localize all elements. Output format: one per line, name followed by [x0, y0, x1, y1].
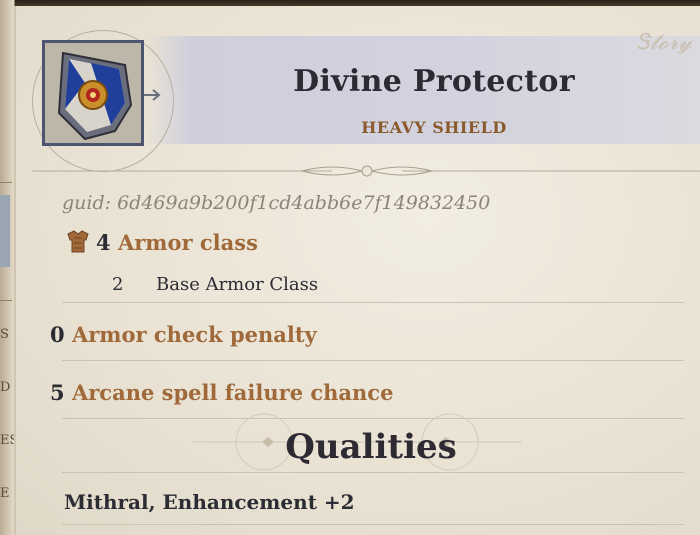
item-type: HEAVY SHIELD: [361, 118, 507, 137]
side-letter: S: [0, 327, 9, 342]
armor-class-label: Armor class: [117, 230, 258, 255]
item-icon-frame: [42, 40, 144, 146]
side-letter: ES: [0, 433, 19, 448]
divider: [0, 182, 12, 183]
divider: [0, 300, 12, 301]
signature-watermark: Ꮥ𝓽𝓸𝓻𝔂: [635, 30, 692, 55]
qualities-heading: Qualities: [285, 427, 457, 467]
armor-check-penalty-label: Armor check penalty: [71, 322, 317, 347]
side-letter: D: [0, 380, 11, 395]
ornamental-divider: [32, 165, 700, 177]
item-name: Divine Protector: [293, 64, 575, 99]
qualities-text: Mithral, Enhancement +2: [64, 490, 355, 514]
base-armor-value: 2: [112, 274, 124, 295]
base-armor-label: Base Armor Class: [156, 274, 319, 295]
spell-failure-label: Arcane spell failure chance: [71, 380, 394, 405]
divider: [62, 302, 684, 303]
background-panel-edge: S D ES E: [0, 0, 19, 535]
background-highlight: [0, 195, 10, 267]
spell-failure-row: 5 Arcane spell failure chance: [50, 380, 393, 405]
item-tooltip: Ꮥ𝓽𝓸𝓻𝔂 Divine Protector HEAVY SHIELD guid…: [14, 6, 700, 535]
armor-class-value: 4: [96, 230, 111, 255]
divider: [62, 472, 684, 473]
arrow-icon: [144, 89, 161, 101]
shield-icon: [45, 43, 141, 143]
item-guid: guid: 6d469a9b200f1cd4abb6e7f149832450: [62, 192, 491, 214]
divider: [62, 524, 684, 525]
armor-check-penalty-value: 0: [50, 322, 65, 347]
spell-failure-value: 5: [50, 380, 65, 405]
side-letter: E: [0, 486, 10, 501]
divider: [62, 360, 684, 361]
armor-check-penalty-row: 0 Armor check penalty: [50, 322, 317, 347]
armor-class-row: 4 Armor class: [96, 230, 258, 255]
armor-icon: [67, 230, 89, 253]
